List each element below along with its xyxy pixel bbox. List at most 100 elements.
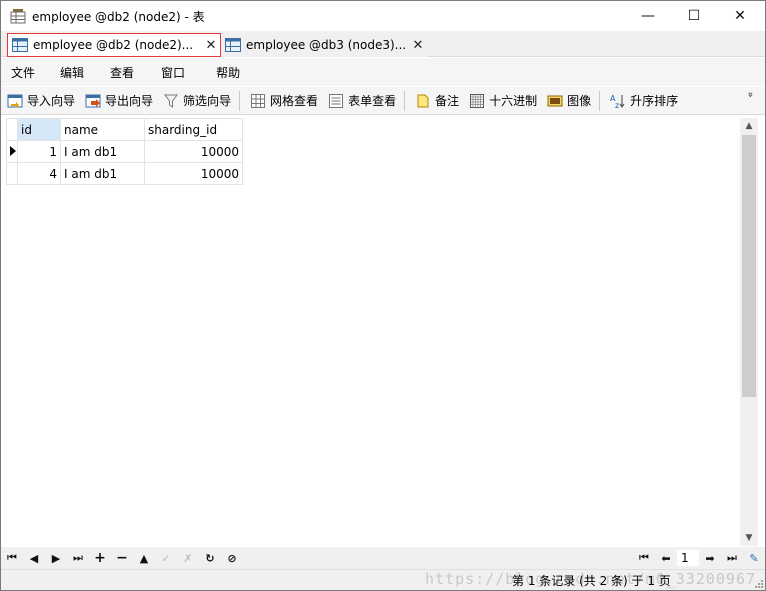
import-icon [7, 94, 23, 108]
cell-id[interactable]: 1 [17, 140, 61, 163]
next-record-icon[interactable]: ▶ [45, 548, 67, 568]
maximize-button[interactable]: ☐ [671, 1, 717, 31]
import-wizard-button[interactable]: 导入向导 [1, 90, 79, 112]
table-icon [225, 38, 241, 52]
window-title: employee @db2 (node2) - 表 [32, 10, 205, 24]
record-navigation-bar: ⏮ ◀ ▶ ⏭ + − ▲ ✓ ✗ ↻ ⊘ ⏮ ⬅ ➡ ⏭ ✎ [1, 547, 765, 569]
table-app-icon [10, 9, 26, 24]
stop-icon[interactable]: ⊘ [221, 548, 243, 568]
tab-label: employee @db3 (node3)... [246, 38, 407, 52]
minimize-icon: — [641, 8, 655, 24]
image-icon [547, 95, 563, 106]
settings-tools-icon[interactable]: ✎ [743, 548, 765, 568]
vertical-scrollbar[interactable]: ▲ ▼ [740, 118, 758, 546]
export-wizard-button[interactable]: 导出向导 [79, 90, 157, 112]
memo-button[interactable]: 备注 [409, 90, 463, 112]
grid-view-label: 网格查看 [270, 94, 319, 108]
toolbar-separator [239, 90, 241, 111]
menu-edit[interactable]: 编辑 [35, 64, 84, 81]
scroll-down-icon[interactable]: ▼ [740, 530, 758, 546]
chevron-double-icon: » [744, 91, 756, 98]
first-page-icon[interactable]: ⏮ [633, 548, 655, 568]
prev-record-icon[interactable]: ◀ [23, 548, 45, 568]
column-header-id[interactable]: id [17, 118, 61, 141]
form-view-button[interactable]: 表单查看 [322, 90, 400, 112]
cell-name[interactable]: I am db1 [60, 140, 145, 163]
form-view-label: 表单查看 [348, 94, 397, 108]
menu-bar: 文件 编辑 查看 窗口 帮助 [1, 58, 765, 86]
filter-icon [164, 94, 179, 108]
tab-close-icon[interactable]: ✕ [409, 38, 427, 53]
hex-label: 十六进制 [489, 94, 538, 108]
last-record-icon[interactable]: ⏭ [67, 548, 89, 568]
add-record-icon[interactable]: + [89, 548, 111, 568]
refresh-icon[interactable]: ↻ [199, 548, 221, 568]
discard-changes-icon[interactable]: ✗ [177, 548, 199, 568]
close-window-button[interactable]: ✕ [717, 1, 763, 31]
export-icon [85, 94, 101, 107]
hex-button[interactable]: 十六进制 [463, 90, 541, 112]
sort-ascending-label: 升序排序 [630, 94, 679, 108]
table-row[interactable]: 4 I am db1 10000 [6, 162, 243, 185]
memo-label: 备注 [435, 94, 460, 108]
tab-close-icon[interactable]: ✕ [202, 38, 220, 53]
image-button[interactable]: 图像 [541, 90, 595, 112]
page-number-input[interactable] [677, 550, 699, 566]
grid-view-icon [251, 93, 266, 108]
hex-grid-icon [470, 93, 485, 108]
toolbar-overflow-icon[interactable]: » [744, 89, 756, 100]
row-selector[interactable] [6, 162, 18, 185]
tab-employee-db3[interactable]: employee @db3 (node3)... ✕ [221, 33, 427, 57]
toolbar-separator [404, 90, 406, 111]
menu-view[interactable]: 查看 [84, 64, 134, 81]
next-page-icon[interactable]: ➡ [699, 548, 721, 568]
sort-ascending-icon: A z [610, 94, 625, 109]
title-bar: employee @db2 (node2) - 表 — ☐ ✕ [1, 1, 765, 31]
menu-file[interactable]: 文件 [1, 64, 35, 81]
delete-record-icon[interactable]: − [111, 548, 133, 568]
grid-header-row: id name sharding_id [6, 118, 243, 141]
row-selector-header[interactable] [6, 118, 18, 141]
data-grid-area: id name sharding_id 1 I am db1 10000 4 I… [1, 116, 765, 546]
close-icon: ✕ [734, 8, 746, 24]
last-page-icon[interactable]: ⏭ [721, 548, 743, 568]
image-label: 图像 [567, 94, 592, 108]
scrollbar-thumb[interactable] [742, 135, 756, 397]
apply-changes-icon[interactable]: ✓ [155, 548, 177, 568]
cell-name[interactable]: I am db1 [60, 162, 145, 185]
sort-ascending-button[interactable]: A z 升序排序 [604, 90, 682, 112]
minimize-button[interactable]: — [625, 1, 671, 31]
cell-sharding-id[interactable]: 10000 [144, 162, 243, 185]
toolbar-separator [599, 90, 601, 111]
prev-page-icon[interactable]: ⬅ [655, 548, 677, 568]
filter-wizard-label: 筛选向导 [183, 94, 232, 108]
tab-employee-db2[interactable]: employee @db2 (node2)... ✕ [7, 33, 221, 57]
resize-grip-icon[interactable] [753, 578, 763, 588]
table-row[interactable]: 1 I am db1 10000 [6, 140, 243, 163]
table-icon [12, 38, 28, 52]
toolbar: 导入向导 导出向导 筛选向导 网格查看 表单查看 备注 十六进制 图像 A z … [1, 87, 765, 115]
cell-id[interactable]: 4 [17, 162, 61, 185]
edit-record-icon[interactable]: ▲ [133, 548, 155, 568]
form-view-icon [329, 93, 344, 108]
filter-wizard-button[interactable]: 筛选向导 [157, 90, 235, 112]
menu-window[interactable]: 窗口 [134, 64, 185, 81]
cell-sharding-id[interactable]: 10000 [144, 140, 243, 163]
row-selector[interactable] [6, 140, 18, 163]
page-navigation: ⏮ ⬅ ➡ ⏭ ✎ [633, 547, 765, 569]
export-wizard-label: 导出向导 [105, 94, 154, 108]
scroll-up-icon[interactable]: ▲ [740, 118, 758, 134]
grid-view-button[interactable]: 网格查看 [244, 90, 322, 112]
first-record-icon[interactable]: ⏮ [1, 548, 23, 568]
status-bar: https://blog.csdn.net/m0_33200967 第 1 条记… [1, 569, 765, 590]
menu-help[interactable]: 帮助 [185, 64, 240, 81]
memo-icon [417, 94, 429, 107]
data-grid: id name sharding_id 1 I am db1 10000 4 I… [6, 118, 243, 185]
tab-bar: employee @db2 (node2)... ✕ employee @db3… [1, 31, 765, 57]
record-status-text: 第 1 条记录 (共 2 条) 于 1 页 [512, 574, 671, 588]
column-header-sharding-id[interactable]: sharding_id [144, 118, 243, 141]
tab-label: employee @db2 (node2)... [33, 38, 194, 52]
column-header-name[interactable]: name [60, 118, 145, 141]
app-window: employee @db2 (node2) - 表 — ☐ ✕ employee… [0, 0, 766, 591]
current-row-icon [10, 145, 16, 156]
